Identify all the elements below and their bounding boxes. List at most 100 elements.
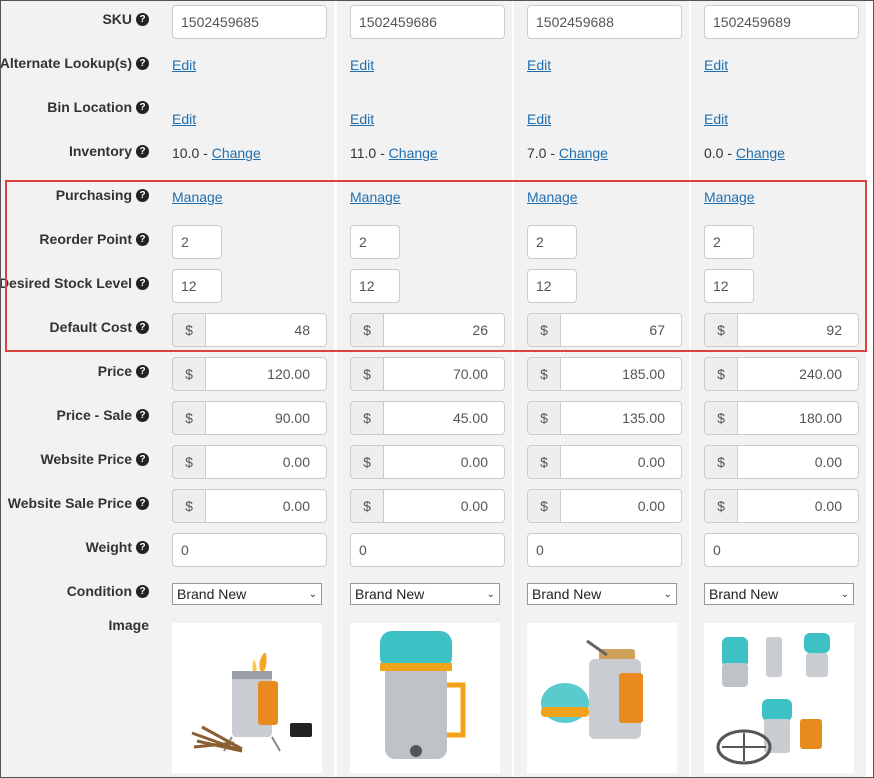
help-icon[interactable]: ?: [136, 144, 149, 158]
sku-input[interactable]: 1502459685: [172, 5, 327, 39]
price-sale-input[interactable]: $45.00: [350, 401, 505, 435]
reorder-point-input[interactable]: 2: [527, 225, 577, 259]
help-icon[interactable]: ?: [136, 364, 149, 378]
website-sale-price-value[interactable]: 0.00: [383, 489, 505, 523]
help-icon[interactable]: ?: [136, 12, 149, 26]
website-price-value[interactable]: 0.00: [205, 445, 327, 479]
alternate-lookups-edit-link[interactable]: Edit: [527, 57, 551, 73]
default-cost-input[interactable]: $48: [172, 313, 327, 347]
price-sale-input[interactable]: $135.00: [527, 401, 682, 435]
default-cost-input[interactable]: $26: [350, 313, 505, 347]
default-cost-input[interactable]: $92: [704, 313, 859, 347]
help-icon[interactable]: ?: [136, 188, 149, 202]
condition-select[interactable]: Brand New ⌄: [350, 583, 500, 605]
help-icon[interactable]: ?: [136, 496, 149, 510]
inventory-change-link[interactable]: Change: [559, 145, 608, 161]
website-price-input[interactable]: $0.00: [527, 445, 682, 479]
help-icon[interactable]: ?: [136, 232, 149, 246]
price-value[interactable]: 120.00: [205, 357, 327, 391]
bin-location-edit-link[interactable]: Edit: [350, 111, 374, 127]
alternate-lookups-edit-link[interactable]: Edit: [350, 57, 374, 73]
inventory-change-link[interactable]: Change: [736, 145, 785, 161]
help-icon[interactable]: ?: [136, 276, 149, 290]
website-price-input[interactable]: $0.00: [172, 445, 327, 479]
currency-addon: $: [704, 313, 737, 347]
help-icon[interactable]: ?: [136, 584, 149, 598]
website-sale-price-value[interactable]: 0.00: [205, 489, 327, 523]
bin-location-edit-link[interactable]: Edit: [704, 111, 728, 127]
website-price-value[interactable]: 0.00: [560, 445, 682, 479]
weight-input[interactable]: 0: [704, 533, 859, 567]
website-sale-price-input[interactable]: $0.00: [527, 489, 682, 523]
alternate-lookups-edit-link[interactable]: Edit: [704, 57, 728, 73]
help-icon[interactable]: ?: [136, 56, 149, 70]
condition-select[interactable]: Brand New ⌄: [704, 583, 854, 605]
price-value[interactable]: 70.00: [383, 357, 505, 391]
price-sale-value[interactable]: 135.00: [560, 401, 682, 435]
price-value[interactable]: 185.00: [560, 357, 682, 391]
website-price-input[interactable]: $0.00: [350, 445, 505, 479]
website-sale-price-value[interactable]: 0.00: [737, 489, 859, 523]
reorder-point-input[interactable]: 2: [350, 225, 400, 259]
reorder-point-input[interactable]: 2: [172, 225, 222, 259]
desired-stock-level-input[interactable]: 12: [704, 269, 754, 303]
product-image[interactable]: [704, 623, 854, 773]
website-price-value[interactable]: 0.00: [383, 445, 505, 479]
label-sku: SKU?: [102, 11, 149, 27]
sku-input[interactable]: 1502459688: [527, 5, 682, 39]
desired-stock-level-input[interactable]: 12: [172, 269, 222, 303]
help-icon[interactable]: ?: [136, 408, 149, 422]
bin-location-edit-link[interactable]: Edit: [527, 111, 551, 127]
purchasing-manage-link[interactable]: Manage: [350, 189, 401, 205]
sku-input[interactable]: 1502459689: [704, 5, 859, 39]
price-input[interactable]: $185.00: [527, 357, 682, 391]
desired-stock-level-input[interactable]: 12: [350, 269, 400, 303]
price-sale-input[interactable]: $90.00: [172, 401, 327, 435]
price-sale-input[interactable]: $180.00: [704, 401, 859, 435]
help-icon[interactable]: ?: [136, 100, 149, 114]
website-sale-price-value[interactable]: 0.00: [560, 489, 682, 523]
default-cost-input[interactable]: $67: [527, 313, 682, 347]
condition-select[interactable]: Brand New ⌄: [172, 583, 322, 605]
default-cost-value[interactable]: 67: [560, 313, 682, 347]
bin-location-edit-link[interactable]: Edit: [172, 111, 196, 127]
price-value[interactable]: 240.00: [737, 357, 859, 391]
currency-addon: $: [704, 489, 737, 523]
sku-input[interactable]: 1502459686: [350, 5, 505, 39]
help-icon[interactable]: ?: [136, 452, 149, 466]
desired-stock-level-input[interactable]: 12: [527, 269, 577, 303]
inventory-cell: 10.0 - Change: [172, 145, 261, 161]
website-sale-price-input[interactable]: $0.00: [350, 489, 505, 523]
alternate-lookups-edit-link[interactable]: Edit: [172, 57, 196, 73]
price-input[interactable]: $120.00: [172, 357, 327, 391]
weight-input[interactable]: 0: [172, 533, 327, 567]
weight-input[interactable]: 0: [527, 533, 682, 567]
product-image[interactable]: [172, 623, 322, 773]
default-cost-value[interactable]: 26: [383, 313, 505, 347]
website-price-value[interactable]: 0.00: [737, 445, 859, 479]
price-input[interactable]: $70.00: [350, 357, 505, 391]
website-price-input[interactable]: $0.00: [704, 445, 859, 479]
price-sale-value[interactable]: 180.00: [737, 401, 859, 435]
price-sale-value[interactable]: 45.00: [383, 401, 505, 435]
purchasing-manage-link[interactable]: Manage: [172, 189, 223, 205]
inventory-change-link[interactable]: Change: [212, 145, 261, 161]
purchasing-manage-link[interactable]: Manage: [704, 189, 755, 205]
default-cost-value[interactable]: 92: [737, 313, 859, 347]
product-image[interactable]: [527, 623, 677, 773]
default-cost-value[interactable]: 48: [205, 313, 327, 347]
website-sale-price-input[interactable]: $0.00: [172, 489, 327, 523]
label-condition: Condition?: [67, 583, 149, 599]
reorder-point-input[interactable]: 2: [704, 225, 754, 259]
website-sale-price-input[interactable]: $0.00: [704, 489, 859, 523]
help-icon[interactable]: ?: [136, 540, 149, 554]
label-text: Purchasing: [55, 187, 132, 203]
price-sale-value[interactable]: 90.00: [205, 401, 327, 435]
inventory-change-link[interactable]: Change: [389, 145, 438, 161]
purchasing-manage-link[interactable]: Manage: [527, 189, 578, 205]
price-input[interactable]: $240.00: [704, 357, 859, 391]
weight-input[interactable]: 0: [350, 533, 505, 567]
condition-select[interactable]: Brand New ⌄: [527, 583, 677, 605]
help-icon[interactable]: ?: [136, 320, 149, 334]
product-image[interactable]: [350, 623, 500, 773]
